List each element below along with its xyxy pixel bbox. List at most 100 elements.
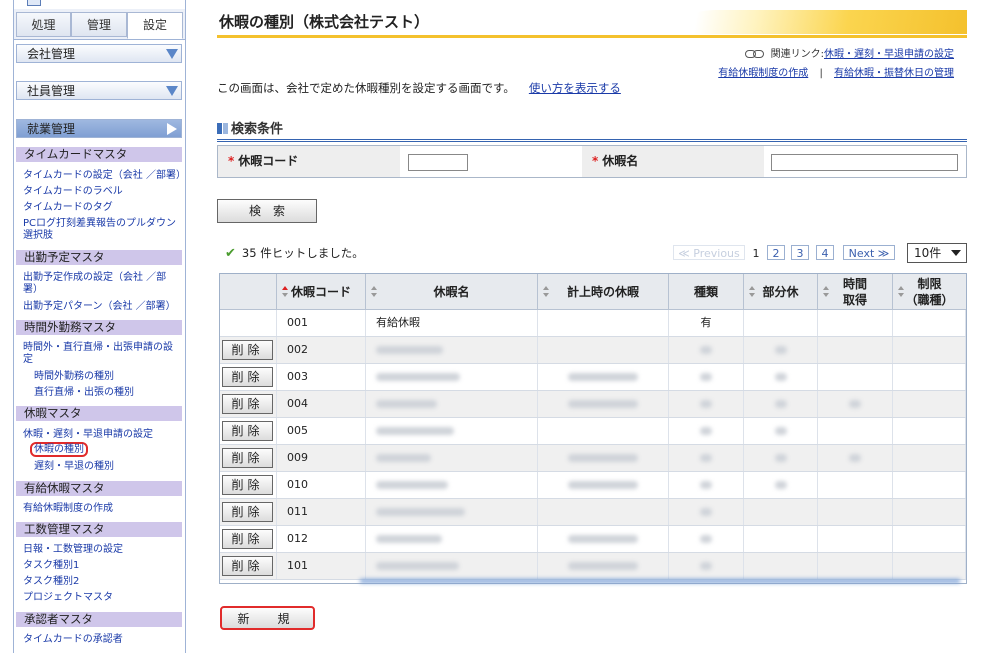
search-heading-label: 検索条件 xyxy=(231,122,284,137)
per-page-select[interactable]: 10件 xyxy=(907,243,967,263)
delete-cell: 削除 xyxy=(220,364,277,390)
link-late-early-types[interactable]: 遅刻・早退の種別 xyxy=(34,461,185,473)
table-cell xyxy=(538,526,669,552)
table-cell xyxy=(744,364,818,390)
delete-button[interactable]: 削除 xyxy=(222,448,273,468)
table-cell xyxy=(744,310,818,336)
delete-button[interactable]: 削除 xyxy=(222,421,273,441)
delete-button[interactable]: 削除 xyxy=(222,367,273,387)
table-cell xyxy=(744,553,818,579)
link-timecard-tags[interactable]: タイムカードのタグ xyxy=(23,202,181,214)
link-paid-leave-system[interactable]: 有給休暇制度の作成 xyxy=(23,503,181,515)
link-project-master[interactable]: プロジェクトマスタ xyxy=(23,592,181,604)
redacted-text xyxy=(700,346,712,354)
page-1[interactable]: 1 xyxy=(749,245,763,260)
link-overtime-request-settings[interactable]: 時間外・直行直帰・出張申請の設定 xyxy=(23,342,181,366)
leave-code-label-text: 休暇コード xyxy=(238,154,299,168)
table-cell xyxy=(818,418,893,444)
link-leave-types[interactable]: 休暇の種別 xyxy=(30,442,185,457)
table-cell xyxy=(893,472,966,498)
table-cell xyxy=(744,418,818,444)
section-label: 社員管理 xyxy=(27,84,76,98)
redacted-text xyxy=(774,427,787,435)
link-timecard-settings[interactable]: タイムカードの設定（会社 ／部署） xyxy=(23,170,185,182)
delete-button[interactable]: 削除 xyxy=(222,394,273,414)
delete-cell: 削除 xyxy=(220,391,277,417)
redacted-text xyxy=(376,562,459,570)
leave-name-label: * 休暇名 xyxy=(582,146,764,177)
sort-icon xyxy=(823,286,829,298)
link-overtime-types[interactable]: 時間外勤務の種別 xyxy=(34,371,185,383)
page-2[interactable]: 2 xyxy=(767,245,785,260)
redacted-text xyxy=(774,481,787,489)
page-3[interactable]: 3 xyxy=(791,245,809,260)
header-leave-code[interactable]: 休暇コード xyxy=(277,274,366,310)
header-partial-leave[interactable]: 部分休 xyxy=(744,274,818,310)
page-4[interactable]: 4 xyxy=(816,245,834,260)
delete-button[interactable]: 削除 xyxy=(222,502,273,522)
header-leave-name[interactable]: 休暇名 xyxy=(366,274,538,310)
table-cell xyxy=(893,499,966,525)
delete-button[interactable]: 削除 xyxy=(222,529,273,549)
link-timecard-labels[interactable]: タイムカードのラベル xyxy=(23,186,181,198)
header-label: 休暇名 xyxy=(433,284,470,299)
category-approver-master: 承認者マスタ xyxy=(16,612,182,627)
section-company-management[interactable]: 会社管理 xyxy=(16,44,182,63)
related-link-leave-settings[interactable]: 休暇・遅刻・早退申請の設定 xyxy=(824,49,954,60)
link-daily-report-settings[interactable]: 日報・工数管理の設定 xyxy=(23,544,181,556)
header-hourly[interactable]: 時間 取得 xyxy=(818,274,893,310)
related-links-row2: 有給休暇制度の作成 | 有給休暇・振替休日の管理 xyxy=(718,64,954,79)
table-row: 001 有給休暇 有 xyxy=(220,310,966,337)
redacted-text xyxy=(700,454,712,462)
section-work-management[interactable]: 就業管理 xyxy=(16,119,182,138)
redacted-text xyxy=(376,373,460,381)
sort-icon xyxy=(282,286,288,298)
delete-button[interactable]: 削除 xyxy=(222,475,273,495)
leave-name-input[interactable] xyxy=(771,154,958,171)
search-button[interactable]: 検 索 xyxy=(217,199,317,223)
tab-settings[interactable]: 設定 xyxy=(127,12,183,39)
link-direct-trip-types[interactable]: 直行直帰・出張の種別 xyxy=(34,387,185,399)
delete-cell: 削除 xyxy=(220,445,277,471)
new-button[interactable]: 新 規 xyxy=(220,606,315,630)
table-cell xyxy=(818,445,893,471)
chevron-right-icon xyxy=(167,123,177,135)
header-restriction[interactable]: 制限 （職種） xyxy=(893,274,966,310)
redacted-text xyxy=(376,427,454,435)
redacted-text xyxy=(568,535,638,543)
table-cell xyxy=(744,337,818,363)
link-timecard-approver[interactable]: タイムカードの承認者 xyxy=(23,634,181,646)
link-attendance-patterns[interactable]: 出勤予定パターン（会社 ／部署） xyxy=(23,301,181,313)
leave-code-input[interactable] xyxy=(408,154,468,171)
delete-button[interactable]: 削除 xyxy=(222,556,273,576)
leave-code-cell: 012 xyxy=(277,526,366,552)
link-paid-leave-management[interactable]: 有給休暇・振替休日の管理 xyxy=(834,68,954,79)
redacted-text xyxy=(376,346,443,354)
link-task-type-1[interactable]: タスク種別1 xyxy=(23,560,181,572)
next-page-button[interactable]: Next ≫ xyxy=(843,245,895,260)
prev-page-button[interactable]: ≪ Previous xyxy=(673,245,745,260)
table-row: 削除 005 xyxy=(220,418,966,445)
leave-name-cell xyxy=(366,472,538,498)
page-description: この画面は、会社で定めた休暇種別を設定する画面です。 使い方を表示する xyxy=(217,80,621,96)
redacted-text xyxy=(849,400,861,408)
delete-button[interactable]: 削除 xyxy=(222,340,273,360)
link-pc-log-options[interactable]: PCログ打刻差異報告のプルダウン選択肢 xyxy=(23,218,181,242)
redacted-text xyxy=(376,535,442,543)
tab-manage[interactable]: 管理 xyxy=(71,12,127,37)
title-bar: 休暇の種別（株式会社テスト） xyxy=(217,8,967,38)
header-label: 制限 （職種） xyxy=(905,276,954,307)
link-leave-request-settings[interactable]: 休暇・遅刻・早退申請の設定 xyxy=(23,429,181,441)
link-attendance-plan-settings[interactable]: 出勤予定作成の設定（会社 ／部署） xyxy=(23,272,181,296)
leave-code-cell: 010 xyxy=(277,472,366,498)
header-booked-leave[interactable]: 計上時の休暇 xyxy=(538,274,669,310)
table-cell xyxy=(818,364,893,390)
redacted-text xyxy=(774,454,787,462)
howto-link[interactable]: 使い方を表示する xyxy=(529,81,621,95)
tab-process[interactable]: 処理 xyxy=(16,12,71,37)
section-employee-management[interactable]: 社員管理 xyxy=(16,81,182,100)
link-paid-leave-creation[interactable]: 有給休暇制度の作成 xyxy=(718,68,808,79)
link-task-type-2[interactable]: タスク種別2 xyxy=(23,576,181,588)
table-cell xyxy=(744,445,818,471)
table-cell xyxy=(893,337,966,363)
